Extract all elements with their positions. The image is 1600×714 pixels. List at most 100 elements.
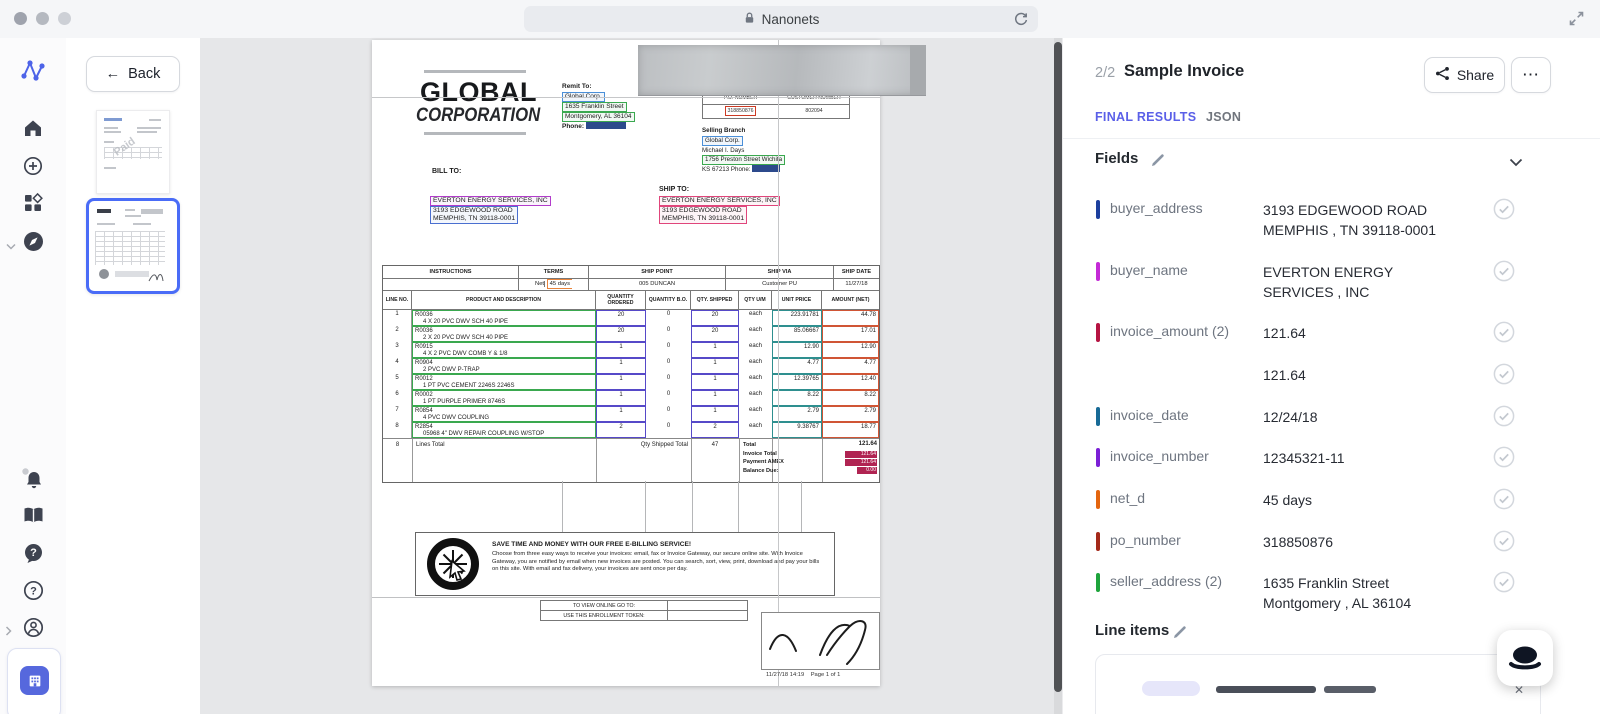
notifications-bell-icon[interactable] <box>22 468 45 496</box>
field-value[interactable]: 12/24/18 <box>1263 407 1459 427</box>
nanonets-logo-icon[interactable] <box>20 58 46 89</box>
approve-check-icon[interactable] <box>1493 321 1515 348</box>
remit-to-block: Remit To: Global Corp. 1635 Franklin Str… <box>562 82 635 132</box>
line-item-row-6[interactable]: 6 R00021 PT PURPLE PRIMER 8746S 10 1each… <box>383 390 879 406</box>
annotation-total-amounts[interactable]: 121.64 121.64 0.00 <box>822 450 877 474</box>
annotation-buyer-address[interactable]: 3193 EDGEWOOD ROAD MEMPHIS, TN 39118-000… <box>430 206 518 224</box>
account-person-icon[interactable] <box>22 616 45 644</box>
invoice-table-terms-row: Net 45 days 005 DUNCAN Customer PU 11/27… <box>383 279 879 291</box>
field-value[interactable]: 318850876 <box>1263 532 1459 552</box>
approve-check-icon[interactable] <box>1493 198 1515 225</box>
annotation-ship-name[interactable]: EVERTON ENERGY SERVICES, INC <box>659 196 780 206</box>
line-item-row-7[interactable]: 7 R08544 PVC DWV COUPLING 10 1each 2.792… <box>383 406 879 422</box>
viewer-scrollbar-track[interactable] <box>1054 38 1062 714</box>
annotation-phone-highlight[interactable] <box>586 122 626 129</box>
ebilling-body: Choose from three easy ways to receive y… <box>492 551 826 574</box>
line-items-table-card[interactable]: ✕ <box>1095 654 1541 714</box>
support-question-bubble-icon[interactable]: ? <box>22 542 45 570</box>
org-building-button[interactable] <box>20 666 49 695</box>
approve-check-icon[interactable] <box>1493 363 1515 390</box>
line-item-row-8[interactable]: 8 R285405968 4" DWV REPAIR COUPLING W/ST… <box>383 422 879 438</box>
fields-collapse-chevron-icon[interactable] <box>1509 154 1523 172</box>
org-switcher-box <box>7 648 61 714</box>
tab-final-results[interactable]: FINAL RESULTS <box>1095 110 1196 124</box>
annotation-branch-phone-highlight[interactable] <box>752 165 780 172</box>
annotation-buyer-name[interactable]: EVERTON ENERGY SERVICES, INC <box>430 196 551 206</box>
back-button[interactable]: ← Back <box>86 56 180 92</box>
viewer-scrollbar-thumb[interactable] <box>1054 42 1062 692</box>
field-label: buyer_address <box>1110 200 1203 216</box>
field-value[interactable]: 121.64 <box>1263 365 1459 385</box>
approve-check-icon[interactable] <box>1493 405 1515 432</box>
field-value[interactable]: 45 days <box>1263 490 1459 510</box>
seller-logo-subname: CORPORATION <box>416 105 540 127</box>
svg-text:S: S <box>472 560 478 570</box>
approve-check-icon[interactable] <box>1493 488 1515 515</box>
thumbnail-page-2-selected[interactable] <box>86 198 180 294</box>
explore-compass-icon[interactable] <box>22 230 45 258</box>
fullscreen-expand-icon[interactable] <box>1569 11 1584 31</box>
lock-icon <box>743 11 756 28</box>
edit-fields-pencil-icon[interactable] <box>1151 153 1165 172</box>
field-label: seller_address (2) <box>1110 573 1222 589</box>
docs-book-icon[interactable] <box>22 506 45 531</box>
signature-scribble <box>762 613 877 667</box>
approve-check-icon[interactable] <box>1493 530 1515 557</box>
line-item-row-1[interactable]: 1 R00364 X 20 PVC DWV SCH 40 PIPE 200 20… <box>383 310 879 326</box>
line-item-row-4[interactable]: 4 R09042 PVC DWV P-TRAP 10 1each 4.774.7… <box>383 358 879 374</box>
home-icon[interactable] <box>22 117 44 144</box>
reload-icon[interactable] <box>1013 11 1029 30</box>
ship-to-heading: SHIP TO: <box>659 186 689 193</box>
annotation-seller-city[interactable]: Montgomery, AL 36104 <box>562 112 635 122</box>
seller-logo-name: GLOBAL <box>420 77 537 108</box>
bill-to-block: EVERTON ENERGY SERVICES, INC 3193 EDGEWO… <box>430 196 551 224</box>
field-color-bar <box>1096 262 1100 281</box>
field-label: invoice_amount (2) <box>1110 323 1229 339</box>
annotation-seller-street[interactable]: 1635 Franklin Street <box>562 102 627 112</box>
line-item-row-5[interactable]: 5 R00121 PT PVC CEMENT 2246S 2246S 10 1e… <box>383 374 879 390</box>
approve-check-icon[interactable] <box>1493 260 1515 287</box>
annotation-branch-street[interactable]: 1756 Preston Street Wichita <box>702 155 785 165</box>
field-value[interactable]: 3193 EDGEWOOD ROAD MEMPHIS , TN 39118-00… <box>1263 200 1459 240</box>
annotation-po-number[interactable]: 318850876 <box>725 106 757 116</box>
address-bar[interactable]: Nanonets <box>524 6 1038 32</box>
annotation-ship-address[interactable]: 3193 EDGEWOOD ROAD MEMPHIS, TN 39118-000… <box>659 206 747 224</box>
edit-line-items-pencil-icon[interactable] <box>1173 625 1187 644</box>
window-minimize-button[interactable] <box>36 12 49 25</box>
workflows-grid-icon[interactable] <box>22 192 44 219</box>
annotation-net-days[interactable]: 45 days <box>547 279 572 289</box>
chevron-down-icon[interactable] <box>6 237 16 255</box>
tab-json[interactable]: JSON <box>1206 110 1241 124</box>
blurred-text-bar <box>1324 686 1376 693</box>
approve-check-icon[interactable] <box>1493 446 1515 473</box>
field-value[interactable]: 1635 Franklin Street Montgomery , AL 361… <box>1263 573 1459 613</box>
ebilling-promo-box: S S SAVE TIME AND MONEY WITH OUR FREE E-… <box>415 532 835 596</box>
field-value[interactable]: 12345321-11 <box>1263 448 1459 468</box>
add-new-icon[interactable] <box>22 155 44 182</box>
divider <box>1063 138 1600 139</box>
field-value[interactable]: 121.64 <box>1263 323 1459 343</box>
chat-widget-button[interactable] <box>1497 630 1553 686</box>
line-item-row-2[interactable]: 2 R00362 X 20 PVC DWV SCH 40 PIPE 200 20… <box>383 326 879 342</box>
field-label: invoice_date <box>1110 407 1189 423</box>
share-button[interactable]: Share <box>1424 57 1505 93</box>
more-options-button[interactable]: ⋯ <box>1511 57 1551 93</box>
field-value[interactable]: EVERTON ENERGY SERVICES , INC <box>1263 262 1459 302</box>
approve-check-icon[interactable] <box>1493 571 1515 598</box>
share-button-label: Share <box>1457 67 1494 83</box>
invoice-table-header-row: INSTRUCTIONS TERMS SHIP POINT SHIP VIA S… <box>383 266 879 279</box>
invoice-page[interactable]: GLOBAL CORPORATION Remit To: Global Corp… <box>372 40 880 686</box>
column-tick <box>562 481 563 532</box>
remit-phone-label: Phone: <box>562 123 584 130</box>
share-icon <box>1435 66 1450 84</box>
annotation-branch-name[interactable]: Global Corp. <box>702 136 743 146</box>
logo-rule-bottom <box>424 132 526 135</box>
browser-chrome: Nanonets <box>0 0 1600 39</box>
window-zoom-button[interactable] <box>58 12 71 25</box>
thumbnail-page-1[interactable]: Paid <box>96 110 170 194</box>
chevron-right-icon[interactable] <box>5 623 12 641</box>
help-question-circle-icon[interactable]: ? <box>22 579 45 607</box>
line-item-row-3[interactable]: 3 R09154 X 2 PVC DWV COMB Y & 1/8 10 1ea… <box>383 342 879 358</box>
window-close-button[interactable] <box>14 12 27 25</box>
remit-to-heading: Remit To: <box>562 83 592 90</box>
